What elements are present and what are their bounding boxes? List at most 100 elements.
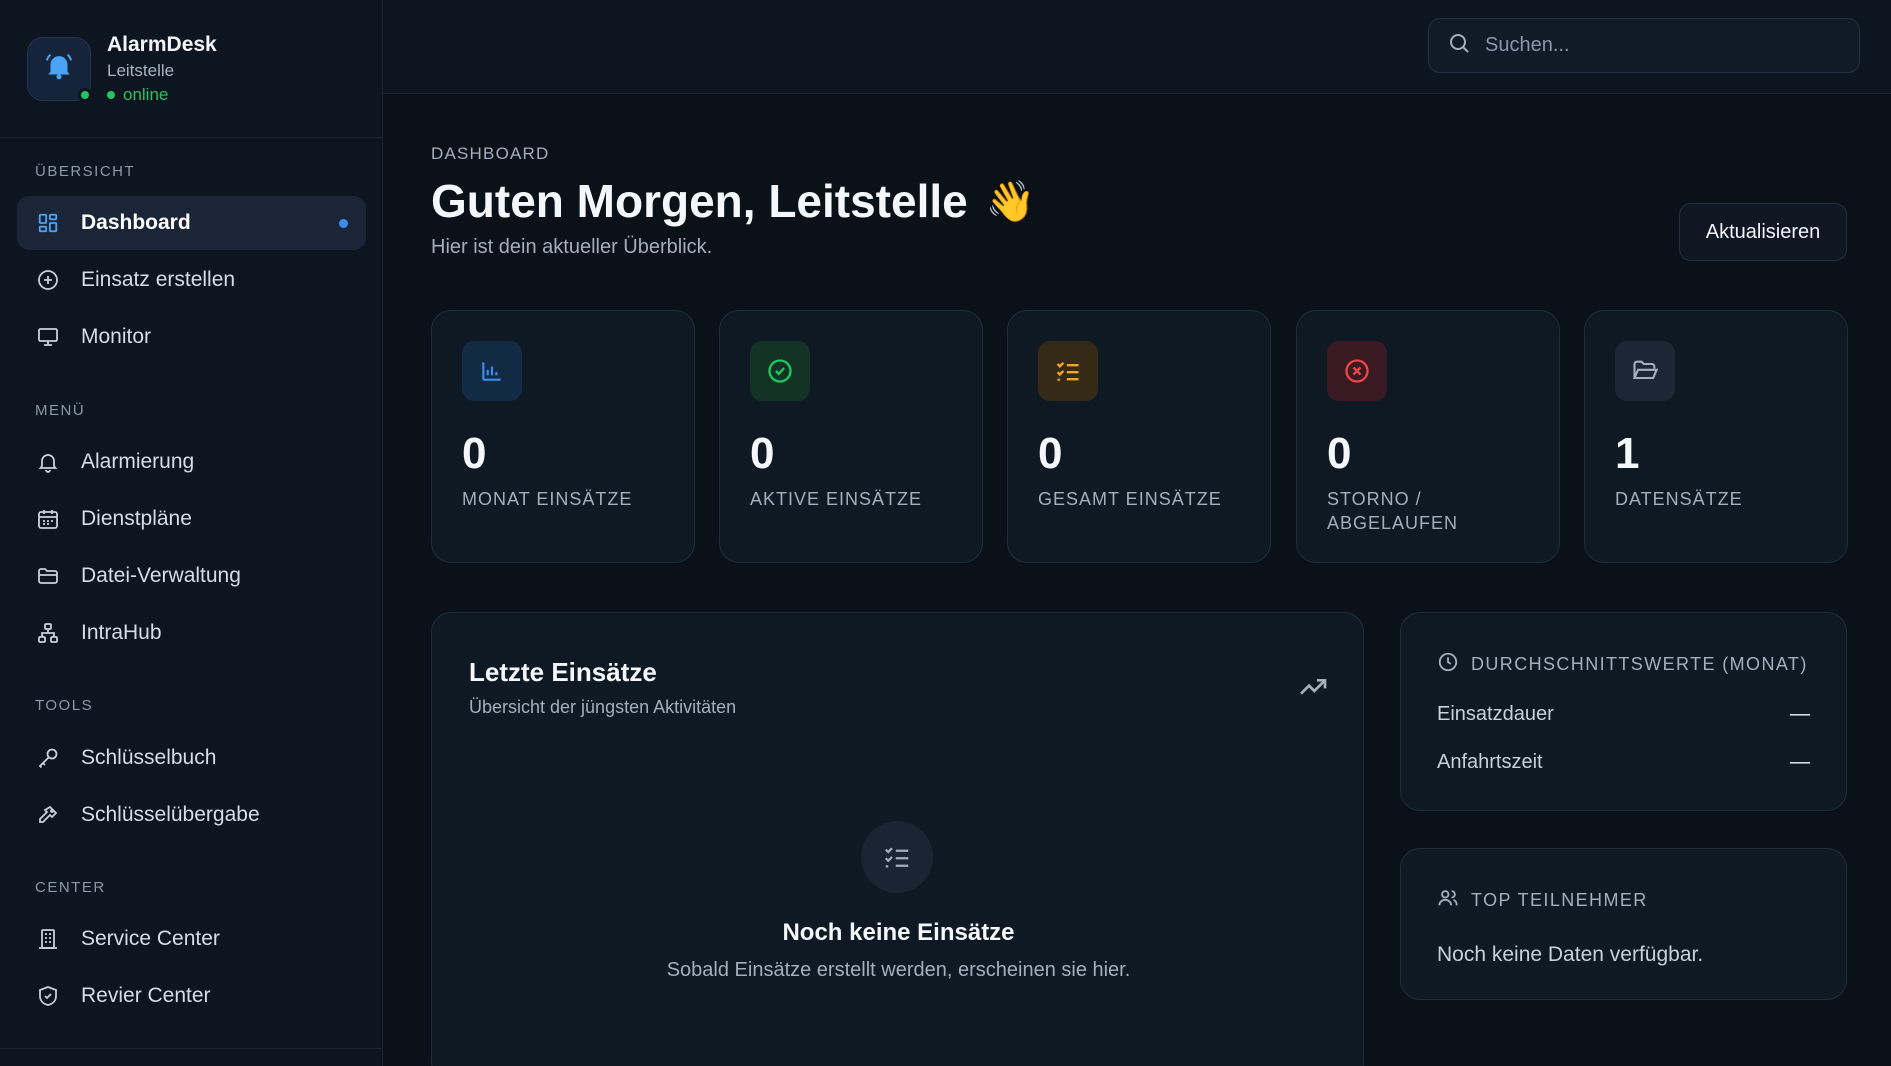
sidebar-item-label: Revier Center — [81, 984, 211, 1007]
nav-section-title: CENTER — [35, 879, 106, 896]
averages-header: DURCHSCHNITTSWERTE (MONAT) — [1437, 651, 1808, 678]
average-row: Einsatzdauer — — [1437, 703, 1810, 726]
list-check-icon — [861, 821, 933, 893]
brand-subtitle: Leitstelle — [107, 60, 175, 80]
sidebar-item-einsatz-erstellen[interactable]: Einsatz erstellen — [17, 253, 366, 307]
list-check-icon — [1038, 341, 1098, 401]
sidebar-item-schluesselbuch[interactable]: Schlüsselbuch — [17, 731, 366, 785]
nav-section-title: MENÜ — [35, 402, 86, 419]
averages-panel: DURCHSCHNITTSWERTE (MONAT) Einsatzdauer … — [1400, 612, 1847, 811]
stat-value: 1 — [1615, 429, 1640, 478]
sidebar-item-label: Schlüsselübergabe — [81, 803, 260, 826]
stat-card-storno: 0 STORNO / ABGELAUFEN — [1296, 310, 1560, 563]
sidebar-divider — [0, 1048, 383, 1049]
key-icon — [35, 745, 61, 771]
brand: AlarmDesk Leitstelle online — [0, 0, 382, 138]
sidebar-item-label: IntraHub — [81, 621, 162, 644]
sidebar-item-intrahub[interactable]: IntraHub — [17, 606, 366, 660]
average-row: Anfahrtszeit — — [1437, 751, 1810, 774]
bell-logo-icon — [42, 49, 76, 88]
sidebar-item-dashboard[interactable]: Dashboard — [17, 196, 366, 250]
page-title: Guten Morgen, Leitstelle 👋 — [431, 174, 1036, 228]
stat-card-monat: 0 MONAT EINSÄTZE — [431, 310, 695, 563]
average-label: Anfahrtszeit — [1437, 751, 1543, 773]
wave-emoji: 👋 — [985, 179, 1036, 224]
sidebar-item-label: Monitor — [81, 325, 152, 348]
folder-icon — [35, 563, 61, 589]
sidebar-item-dienstplaene[interactable]: Dienstpläne — [17, 492, 366, 546]
average-label: Einsatzdauer — [1437, 703, 1554, 725]
search-input[interactable] — [1485, 34, 1845, 57]
bell-icon — [35, 449, 61, 475]
sidebar-item-revier-center[interactable]: Revier Center — [17, 969, 366, 1023]
recent-subtitle: Übersicht der jüngsten Aktivitäten — [469, 697, 737, 717]
sidebar-item-label: Dienstpläne — [81, 507, 192, 530]
active-indicator — [339, 219, 348, 228]
status-text: online — [123, 84, 169, 104]
sidebar-item-label: Service Center — [81, 927, 220, 950]
page-subtitle: Hier ist dein aktueller Überblick. — [431, 236, 713, 258]
status-dot — [107, 90, 115, 99]
nav-section-title: TOOLS — [35, 697, 94, 714]
bar-chart-icon — [462, 341, 522, 401]
average-value: — — [1790, 703, 1810, 725]
sidebar-item-alarmierung[interactable]: Alarmierung — [17, 435, 366, 489]
empty-state-subtitle: Sobald Einsätze erstellt werden, erschei… — [666, 959, 1131, 981]
sidebar-item-label: Datei-Verwaltung — [81, 564, 241, 587]
stat-label: DATENSÄTZE — [1615, 489, 1743, 509]
online-indicator — [78, 87, 92, 102]
grid-icon — [35, 210, 61, 236]
stat-value: 0 — [750, 429, 775, 478]
status-badge: online — [107, 85, 217, 105]
nav-section-title: ÜBERSICHT — [35, 163, 136, 180]
monitor-icon — [35, 324, 61, 350]
shield-icon — [35, 983, 61, 1009]
trending-up-icon[interactable] — [1297, 671, 1329, 708]
stat-card-datensaetze: 1 DATENSÄTZE — [1584, 310, 1848, 563]
sidebar-item-label: Dashboard — [81, 211, 191, 234]
folder-open-icon — [1615, 341, 1675, 401]
sidebar-item-service-center[interactable]: Service Center — [17, 912, 366, 966]
stat-label: STORNO / ABGELAUFEN — [1327, 489, 1459, 533]
brand-title: AlarmDesk — [107, 32, 217, 56]
stat-value: 0 — [1327, 429, 1352, 478]
sidebar-item-label: Schlüsselbuch — [81, 746, 217, 769]
sidebar-item-monitor[interactable]: Monitor — [17, 310, 366, 364]
averages-title: DURCHSCHNITTSWERTE (MONAT) — [1471, 654, 1808, 674]
top-title: TOP TEILNEHMER — [1471, 890, 1648, 910]
breadcrumb: DASHBOARD — [431, 144, 550, 163]
network-icon — [35, 620, 61, 646]
stat-label: AKTIVE EINSÄTZE — [750, 489, 923, 509]
plus-circle-icon — [35, 267, 61, 293]
calendar-icon — [35, 506, 61, 532]
x-circle-icon — [1327, 341, 1387, 401]
stat-value: 0 — [1038, 429, 1063, 478]
sidebar: AlarmDesk Leitstelle online ÜBERSICHT Da… — [0, 0, 383, 1066]
topbar — [383, 0, 1891, 94]
sidebar-item-label: Einsatz erstellen — [81, 268, 236, 291]
stat-card-aktive: 0 AKTIVE EINSÄTZE — [719, 310, 983, 563]
recent-panel: Letzte Einsätze Übersicht der jüngsten A… — [431, 612, 1364, 1066]
refresh-button[interactable]: Aktualisieren — [1679, 203, 1847, 261]
building-icon — [35, 926, 61, 952]
users-icon — [1437, 887, 1459, 914]
check-circle-icon — [750, 341, 810, 401]
stat-label: GESAMT EINSÄTZE — [1038, 489, 1222, 509]
empty-state-title: Noch keine Einsätze — [782, 919, 1015, 946]
app-logo[interactable] — [27, 36, 92, 102]
top-empty-text: Noch keine Daten verfügbar. — [1437, 943, 1704, 966]
top-participants-panel: TOP TEILNEHMER Noch keine Daten verfügba… — [1400, 848, 1847, 1000]
recent-title: Letzte Einsätze — [469, 657, 657, 687]
sidebar-item-schluesseluebergabe[interactable]: Schlüsselübergabe — [17, 788, 366, 842]
search-icon — [1447, 31, 1471, 60]
stat-value: 0 — [462, 429, 487, 478]
stat-label: MONAT EINSÄTZE — [462, 489, 633, 509]
stat-card-gesamt: 0 GESAMT EINSÄTZE — [1007, 310, 1271, 563]
clock-icon — [1437, 651, 1459, 678]
search-box[interactable] — [1428, 18, 1860, 73]
average-value: — — [1790, 751, 1810, 773]
sidebar-item-datei-verwaltung[interactable]: Datei-Verwaltung — [17, 549, 366, 603]
sidebar-item-label: Alarmierung — [81, 450, 195, 473]
top-header: TOP TEILNEHMER — [1437, 887, 1648, 914]
key-handover-icon — [35, 802, 61, 828]
